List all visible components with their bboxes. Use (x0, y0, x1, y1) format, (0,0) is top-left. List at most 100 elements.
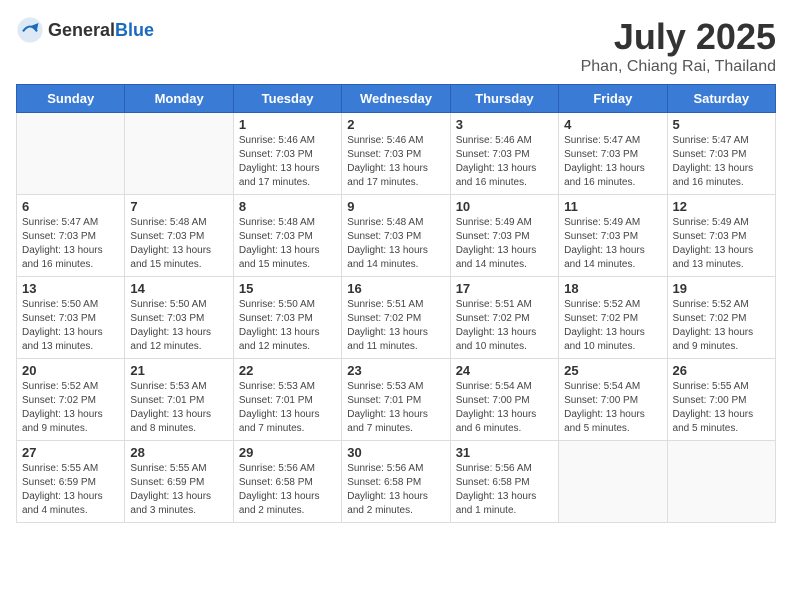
calendar-cell: 5 Sunrise: 5:47 AM Sunset: 7:03 PM Daylig… (667, 113, 775, 195)
weekday-header-friday: Friday (559, 85, 667, 113)
calendar-cell: 15 Sunrise: 5:50 AM Sunset: 7:03 PM Dayli… (233, 277, 341, 359)
day-number: 4 (564, 117, 661, 132)
calendar-cell: 18 Sunrise: 5:52 AM Sunset: 7:02 PM Dayli… (559, 277, 667, 359)
calendar-week-row: 20 Sunrise: 5:52 AM Sunset: 7:02 PM Dayli… (17, 359, 776, 441)
calendar-week-row: 1 Sunrise: 5:46 AM Sunset: 7:03 PM Daylig… (17, 113, 776, 195)
day-info: Sunrise: 5:55 AM Sunset: 6:59 PM Dayligh… (130, 462, 227, 518)
logo: General Blue (16, 16, 154, 44)
day-number: 14 (130, 281, 227, 296)
weekday-header-tuesday: Tuesday (233, 85, 341, 113)
day-number: 22 (239, 363, 336, 378)
calendar-cell: 2 Sunrise: 5:46 AM Sunset: 7:03 PM Daylig… (342, 113, 450, 195)
day-info: Sunrise: 5:47 AM Sunset: 7:03 PM Dayligh… (564, 134, 661, 190)
calendar-week-row: 13 Sunrise: 5:50 AM Sunset: 7:03 PM Dayli… (17, 277, 776, 359)
day-info: Sunrise: 5:55 AM Sunset: 6:59 PM Dayligh… (22, 462, 119, 518)
day-info: Sunrise: 5:53 AM Sunset: 7:01 PM Dayligh… (239, 380, 336, 436)
logo-blue-text: Blue (115, 20, 154, 41)
calendar-cell: 4 Sunrise: 5:47 AM Sunset: 7:03 PM Daylig… (559, 113, 667, 195)
calendar-cell: 26 Sunrise: 5:55 AM Sunset: 7:00 PM Dayli… (667, 359, 775, 441)
calendar-cell: 10 Sunrise: 5:49 AM Sunset: 7:03 PM Dayli… (450, 195, 558, 277)
day-number: 19 (673, 281, 770, 296)
calendar-table: SundayMondayTuesdayWednesdayThursdayFrid… (16, 84, 776, 523)
calendar-cell: 29 Sunrise: 5:56 AM Sunset: 6:58 PM Dayli… (233, 441, 341, 523)
day-number: 5 (673, 117, 770, 132)
day-number: 18 (564, 281, 661, 296)
calendar-cell (559, 441, 667, 523)
calendar-cell: 16 Sunrise: 5:51 AM Sunset: 7:02 PM Dayli… (342, 277, 450, 359)
calendar-cell: 12 Sunrise: 5:49 AM Sunset: 7:03 PM Dayli… (667, 195, 775, 277)
day-number: 17 (456, 281, 553, 296)
calendar-cell (667, 441, 775, 523)
weekday-header-monday: Monday (125, 85, 233, 113)
calendar-cell (125, 113, 233, 195)
day-number: 13 (22, 281, 119, 296)
day-info: Sunrise: 5:46 AM Sunset: 7:03 PM Dayligh… (456, 134, 553, 190)
day-info: Sunrise: 5:55 AM Sunset: 7:00 PM Dayligh… (673, 380, 770, 436)
day-info: Sunrise: 5:48 AM Sunset: 7:03 PM Dayligh… (130, 216, 227, 272)
location-title: Phan, Chiang Rai, Thailand (581, 58, 776, 76)
day-number: 9 (347, 199, 444, 214)
day-info: Sunrise: 5:56 AM Sunset: 6:58 PM Dayligh… (456, 462, 553, 518)
day-number: 23 (347, 363, 444, 378)
calendar-cell: 14 Sunrise: 5:50 AM Sunset: 7:03 PM Dayli… (125, 277, 233, 359)
day-number: 25 (564, 363, 661, 378)
calendar-cell: 3 Sunrise: 5:46 AM Sunset: 7:03 PM Daylig… (450, 113, 558, 195)
calendar-cell: 7 Sunrise: 5:48 AM Sunset: 7:03 PM Daylig… (125, 195, 233, 277)
calendar-cell: 8Sunrise: 5:48 AM Sunset: 7:03 PM Daylig… (233, 195, 341, 277)
calendar-cell: 25 Sunrise: 5:54 AM Sunset: 7:00 PM Dayli… (559, 359, 667, 441)
day-info: Sunrise: 5:49 AM Sunset: 7:03 PM Dayligh… (673, 216, 770, 272)
day-info: Sunrise: 5:52 AM Sunset: 7:02 PM Dayligh… (22, 380, 119, 436)
header: General Blue July 2025 Phan, Chiang Rai,… (16, 16, 776, 76)
logo-general-text: General (48, 20, 115, 41)
day-info: Sunrise: 5:47 AM Sunset: 7:03 PM Dayligh… (673, 134, 770, 190)
day-number: 11 (564, 199, 661, 214)
day-number: 6 (22, 199, 119, 214)
day-info: Sunrise: 5:52 AM Sunset: 7:02 PM Dayligh… (564, 298, 661, 354)
day-number: 31 (456, 445, 553, 460)
day-info: Sunrise: 5:47 AM Sunset: 7:03 PM Dayligh… (22, 216, 119, 272)
day-info: Sunrise: 5:50 AM Sunset: 7:03 PM Dayligh… (130, 298, 227, 354)
day-number: 28 (130, 445, 227, 460)
day-info: Sunrise: 5:50 AM Sunset: 7:03 PM Dayligh… (239, 298, 336, 354)
calendar-cell: 20 Sunrise: 5:52 AM Sunset: 7:02 PM Dayli… (17, 359, 125, 441)
day-info: Sunrise: 5:54 AM Sunset: 7:00 PM Dayligh… (564, 380, 661, 436)
title-area: July 2025 Phan, Chiang Rai, Thailand (581, 16, 776, 76)
month-title: July 2025 (581, 16, 776, 58)
day-info: Sunrise: 5:51 AM Sunset: 7:02 PM Dayligh… (347, 298, 444, 354)
day-number: 27 (22, 445, 119, 460)
day-number: 20 (22, 363, 119, 378)
day-info: Sunrise: 5:49 AM Sunset: 7:03 PM Dayligh… (456, 216, 553, 272)
calendar-cell: 27 Sunrise: 5:55 AM Sunset: 6:59 PM Dayli… (17, 441, 125, 523)
calendar-cell: 22 Sunrise: 5:53 AM Sunset: 7:01 PM Dayli… (233, 359, 341, 441)
day-info: Sunrise: 5:46 AM Sunset: 7:03 PM Dayligh… (239, 134, 336, 190)
day-info: Sunrise: 5:46 AM Sunset: 7:03 PM Dayligh… (347, 134, 444, 190)
day-info: Sunrise: 5:49 AM Sunset: 7:03 PM Dayligh… (564, 216, 661, 272)
day-number: 29 (239, 445, 336, 460)
day-number: 21 (130, 363, 227, 378)
day-number: 12 (673, 199, 770, 214)
calendar-cell: 6 Sunrise: 5:47 AM Sunset: 7:03 PM Daylig… (17, 195, 125, 277)
day-number: 7 (130, 199, 227, 214)
day-number: 24 (456, 363, 553, 378)
day-number: 3 (456, 117, 553, 132)
day-number: 8 (239, 199, 336, 214)
day-info: Sunrise: 5:56 AM Sunset: 6:58 PM Dayligh… (239, 462, 336, 518)
day-info: Sunrise: 5:56 AM Sunset: 6:58 PM Dayligh… (347, 462, 444, 518)
weekday-header-row: SundayMondayTuesdayWednesdayThursdayFrid… (17, 85, 776, 113)
day-info: Sunrise: 5:54 AM Sunset: 7:00 PM Dayligh… (456, 380, 553, 436)
calendar-cell: 1 Sunrise: 5:46 AM Sunset: 7:03 PM Daylig… (233, 113, 341, 195)
weekday-header-sunday: Sunday (17, 85, 125, 113)
calendar-cell: 30Sunrise: 5:56 AM Sunset: 6:58 PM Dayli… (342, 441, 450, 523)
day-number: 16 (347, 281, 444, 296)
day-number: 10 (456, 199, 553, 214)
calendar-cell: 9Sunrise: 5:48 AM Sunset: 7:03 PM Daylig… (342, 195, 450, 277)
day-number: 2 (347, 117, 444, 132)
calendar-cell (17, 113, 125, 195)
day-number: 15 (239, 281, 336, 296)
calendar-cell: 19Sunrise: 5:52 AM Sunset: 7:02 PM Dayli… (667, 277, 775, 359)
day-info: Sunrise: 5:53 AM Sunset: 7:01 PM Dayligh… (130, 380, 227, 436)
day-number: 26 (673, 363, 770, 378)
calendar-week-row: 27 Sunrise: 5:55 AM Sunset: 6:59 PM Dayli… (17, 441, 776, 523)
logo-icon (16, 16, 44, 44)
day-number: 1 (239, 117, 336, 132)
